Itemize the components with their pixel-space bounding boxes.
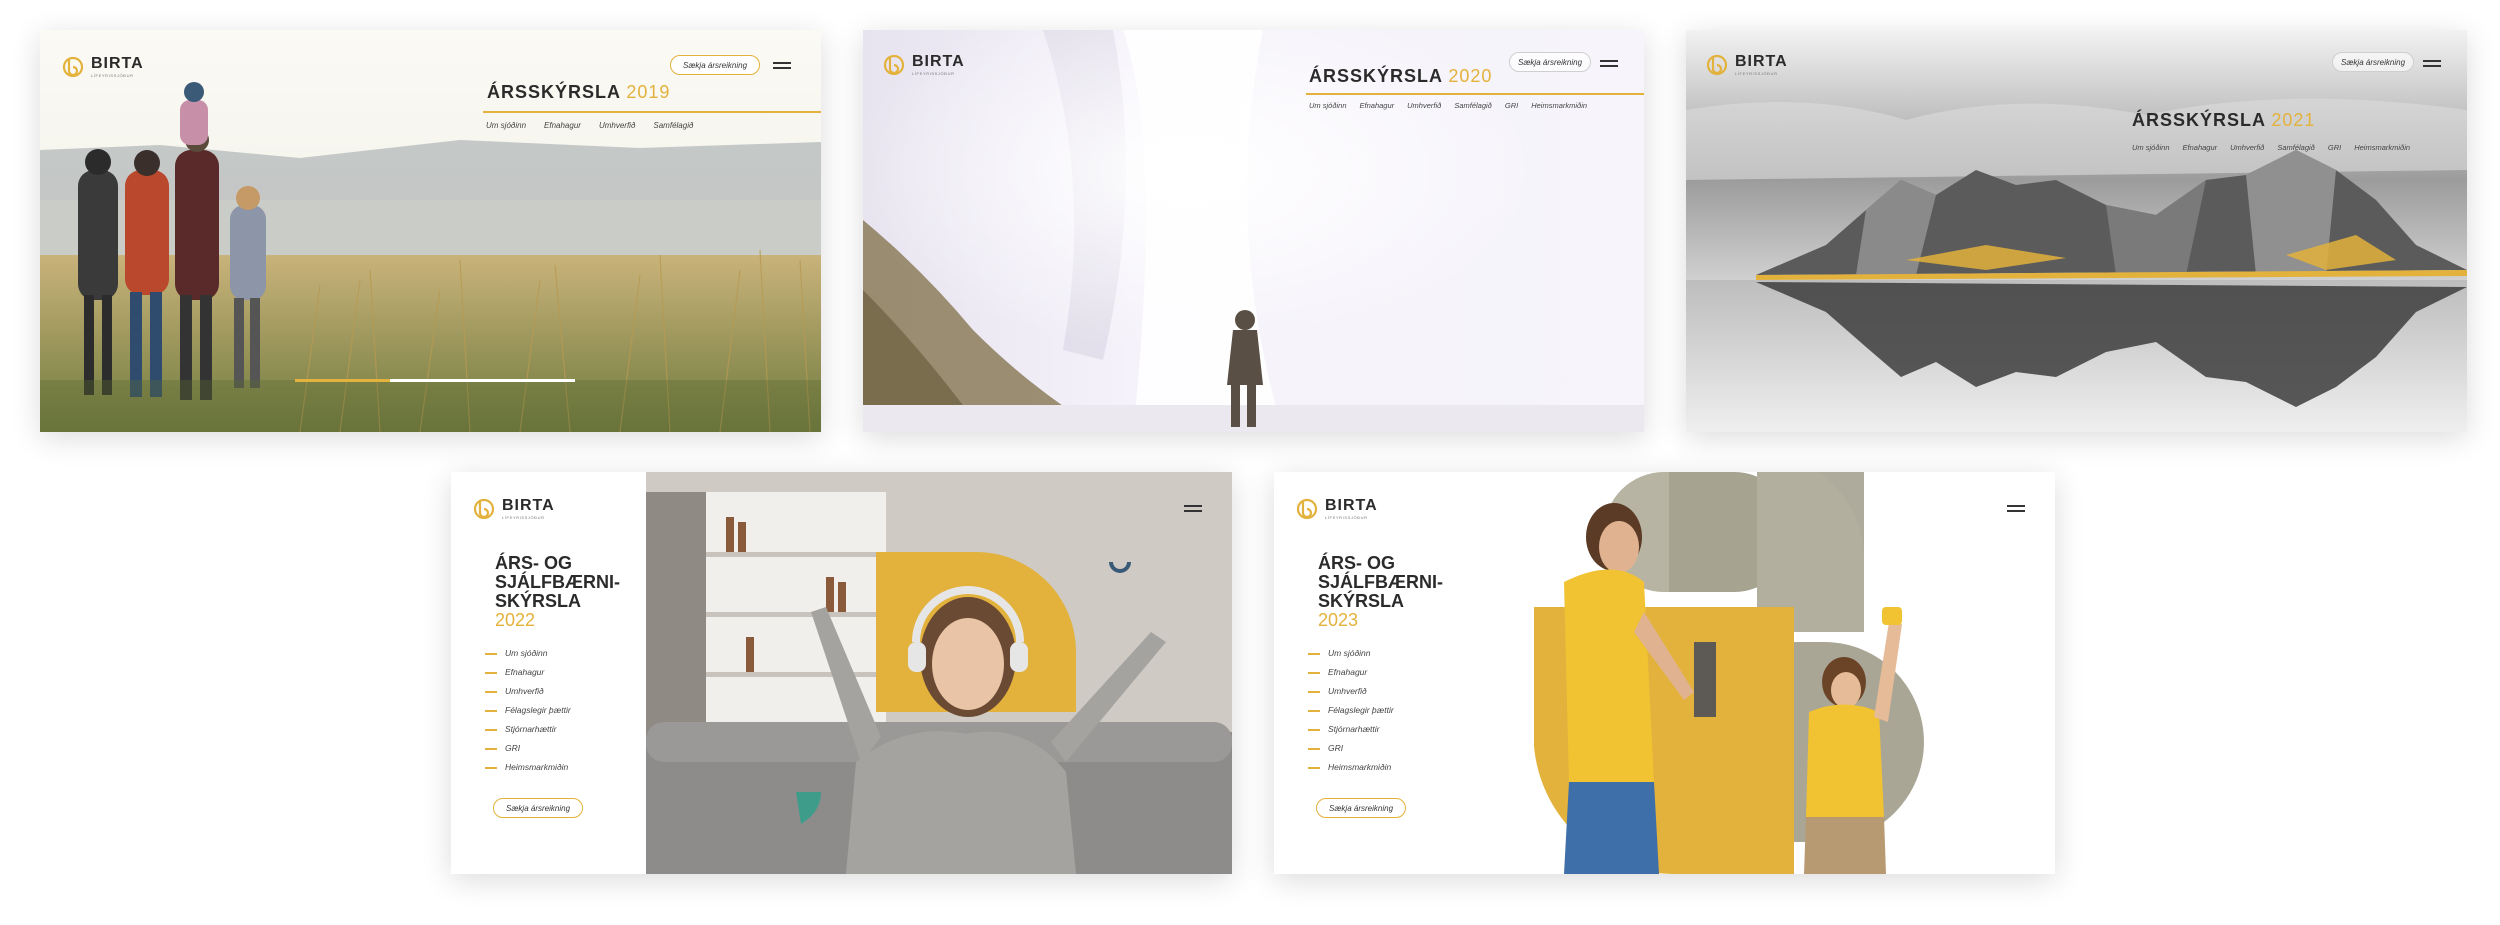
report-title: ÁRSSKÝRSLA 2020: [1309, 66, 1492, 87]
birta-logo[interactable]: BIRTA LÍFEYRISSJÓÐUR: [473, 498, 555, 520]
nav-item[interactable]: GRI: [2328, 143, 2341, 152]
report-card-2022[interactable]: BIRTA LÍFEYRISSJÓÐUR ÁRS- OG SJÁLFBÆRNI- …: [451, 472, 1232, 874]
download-annual-accounts-button[interactable]: Sækja ársreikning: [493, 798, 583, 818]
nav-item[interactable]: Heimsmarkmiðin: [1531, 101, 1587, 110]
download-annual-accounts-button[interactable]: Sækja ársreikning: [1509, 52, 1591, 72]
side-nav: Um sjóðinn Efnahagur Umhverfið Félagsleg…: [485, 648, 571, 772]
nav-item[interactable]: Samfélagið: [653, 121, 693, 130]
nav-item[interactable]: Efnahagur: [485, 667, 571, 677]
report-title: ÁRS- OG SJÁLFBÆRNI- SKÝRSLA 2022: [495, 554, 620, 630]
report-year: 2019: [626, 82, 671, 102]
report-card-2021[interactable]: BIRTA LÍFEYRISSJÓÐUR Sækja ársreikning ÁR…: [1686, 30, 2467, 432]
nav-item[interactable]: Heimsmarkmiðin: [2354, 143, 2410, 152]
birta-logo-icon: [883, 54, 905, 76]
nav-item[interactable]: Efnahagur: [1360, 101, 1395, 110]
nav-item[interactable]: Félagslegir þættir: [485, 705, 571, 715]
report-title: ÁRS- OG SJÁLFBÆRNI- SKÝRSLA 2023: [1318, 554, 1443, 630]
report-title-line: SJÁLFBÆRNI-: [1318, 572, 1443, 592]
report-title-line: ÁRS- OG: [495, 553, 573, 573]
report-title-text: ÁRSSKÝRSLA: [487, 82, 621, 102]
logo-subtitle: LÍFEYRISSJÓÐUR: [912, 71, 955, 76]
nav-item[interactable]: GRI: [1308, 743, 1394, 753]
nav-item[interactable]: Félagslegir þættir: [1308, 705, 1394, 715]
logo-wordmark: BIRTA: [1735, 53, 1788, 70]
download-annual-accounts-button[interactable]: Sækja ársreikning: [2332, 52, 2414, 72]
birta-logo[interactable]: BIRTA LÍFEYRISSJÓÐUR: [883, 54, 965, 76]
logo-wordmark: BIRTA: [502, 497, 555, 514]
birta-logo[interactable]: BIRTA LÍFEYRISSJÓÐUR: [1706, 54, 1788, 76]
nav-item[interactable]: Um sjóðinn: [486, 121, 526, 130]
top-nav: Um sjóðinn Efnahagur Umhverfið Samfélagi…: [1309, 101, 1587, 110]
nav-item[interactable]: Samfélagið: [2277, 143, 2315, 152]
hamburger-menu-icon[interactable]: [2423, 60, 2441, 68]
report-title-text: ÁRSSKÝRSLA: [2132, 110, 2266, 130]
hero-photo-waterfall: [863, 30, 1644, 432]
logo-wordmark: BIRTA: [91, 55, 144, 72]
hero-photo-plastering-wall: [1494, 472, 2055, 874]
report-title: ÁRSSKÝRSLA 2019: [487, 82, 670, 103]
report-year: 2020: [1448, 66, 1493, 86]
download-annual-accounts-button[interactable]: Sækja ársreikning: [670, 55, 760, 75]
nav-item[interactable]: GRI: [1505, 101, 1518, 110]
nav-item[interactable]: Heimsmarkmiðin: [1308, 762, 1394, 772]
title-underline: [1306, 93, 1644, 95]
logo-subtitle: LÍFEYRISSJÓÐUR: [502, 515, 545, 520]
report-card-2023[interactable]: BIRTA LÍFEYRISSJÓÐUR ÁRS- OG SJÁLFBÆRNI- …: [1274, 472, 2055, 874]
logo-subtitle: LÍFEYRISSJÓÐUR: [1325, 515, 1368, 520]
birta-logo-icon: [1296, 498, 1318, 520]
report-title-line: SKÝRSLA: [495, 591, 582, 611]
logo-wordmark: BIRTA: [912, 53, 965, 70]
logo-subtitle: LÍFEYRISSJÓÐUR: [91, 73, 134, 78]
side-nav: Um sjóðinn Efnahagur Umhverfið Félagsleg…: [1308, 648, 1394, 772]
report-card-2020[interactable]: BIRTA LÍFEYRISSJÓÐUR Sækja ársreikning ÁR…: [863, 30, 1644, 432]
nav-item[interactable]: Umhverfið: [485, 686, 571, 696]
nav-item[interactable]: Efnahagur: [544, 121, 581, 130]
birta-logo-icon: [62, 56, 84, 78]
nav-item[interactable]: Umhverfið: [1407, 101, 1441, 110]
hero-photo-woman-headphones: [646, 472, 1232, 874]
report-title: ÁRSSKÝRSLA 2021: [2132, 110, 2315, 131]
birta-logo-icon: [473, 498, 495, 520]
top-nav: Um sjóðinn Efnahagur Umhverfið Samfélagi…: [486, 121, 693, 130]
nav-item[interactable]: Umhverfið: [1308, 686, 1394, 696]
nav-item[interactable]: Stjórnarhættir: [1308, 724, 1394, 734]
top-nav: Um sjóðinn Efnahagur Umhverfið Samfélagi…: [2132, 143, 2410, 152]
report-title-line: ÁRS- OG: [1318, 553, 1396, 573]
report-year: 2021: [2271, 110, 2316, 130]
nav-item[interactable]: Efnahagur: [2183, 143, 2218, 152]
birta-logo-icon: [1706, 54, 1728, 76]
hamburger-menu-icon[interactable]: [1600, 60, 1618, 68]
nav-item[interactable]: Um sjóðinn: [485, 648, 571, 658]
nav-item[interactable]: Um sjóðinn: [1308, 648, 1394, 658]
logo-wordmark: BIRTA: [1325, 497, 1378, 514]
download-annual-accounts-button[interactable]: Sækja ársreikning: [1316, 798, 1406, 818]
nav-item[interactable]: Stjórnarhættir: [485, 724, 571, 734]
report-year: 2023: [1318, 610, 1359, 630]
birta-logo[interactable]: BIRTA LÍFEYRISSJÓÐUR: [62, 56, 144, 78]
report-title-line: SJÁLFBÆRNI-: [495, 572, 620, 592]
nav-item[interactable]: Um sjóðinn: [1309, 101, 1347, 110]
nav-item[interactable]: Um sjóðinn: [2132, 143, 2170, 152]
nav-item[interactable]: Umhverfið: [599, 121, 635, 130]
report-title-text: ÁRSSKÝRSLA: [1309, 66, 1443, 86]
nav-item[interactable]: Efnahagur: [1308, 667, 1394, 677]
report-card-2019[interactable]: BIRTA LÍFEYRISSJÓÐUR Sækja ársreikning ÁR…: [40, 30, 821, 432]
logo-subtitle: LÍFEYRISSJÓÐUR: [1735, 71, 1778, 76]
nav-item[interactable]: GRI: [485, 743, 571, 753]
hero-photo-family-meadow: [40, 30, 821, 432]
report-title-line: SKÝRSLA: [1318, 591, 1405, 611]
nav-item[interactable]: Samfélagið: [1454, 101, 1492, 110]
nav-item[interactable]: Heimsmarkmiðin: [485, 762, 571, 772]
hamburger-menu-icon[interactable]: [773, 62, 791, 70]
nav-item[interactable]: Umhverfið: [2230, 143, 2264, 152]
slide-progress-active[interactable]: [295, 379, 390, 382]
slide-progress-track[interactable]: [390, 379, 575, 382]
report-year: 2022: [495, 610, 536, 630]
title-underline: [483, 111, 821, 113]
birta-logo[interactable]: BIRTA LÍFEYRISSJÓÐUR: [1296, 498, 1378, 520]
hero-photo-mountain-reflection: [1686, 30, 2467, 432]
hamburger-menu-icon[interactable]: [2007, 505, 2025, 513]
hamburger-menu-icon[interactable]: [1184, 505, 1202, 513]
